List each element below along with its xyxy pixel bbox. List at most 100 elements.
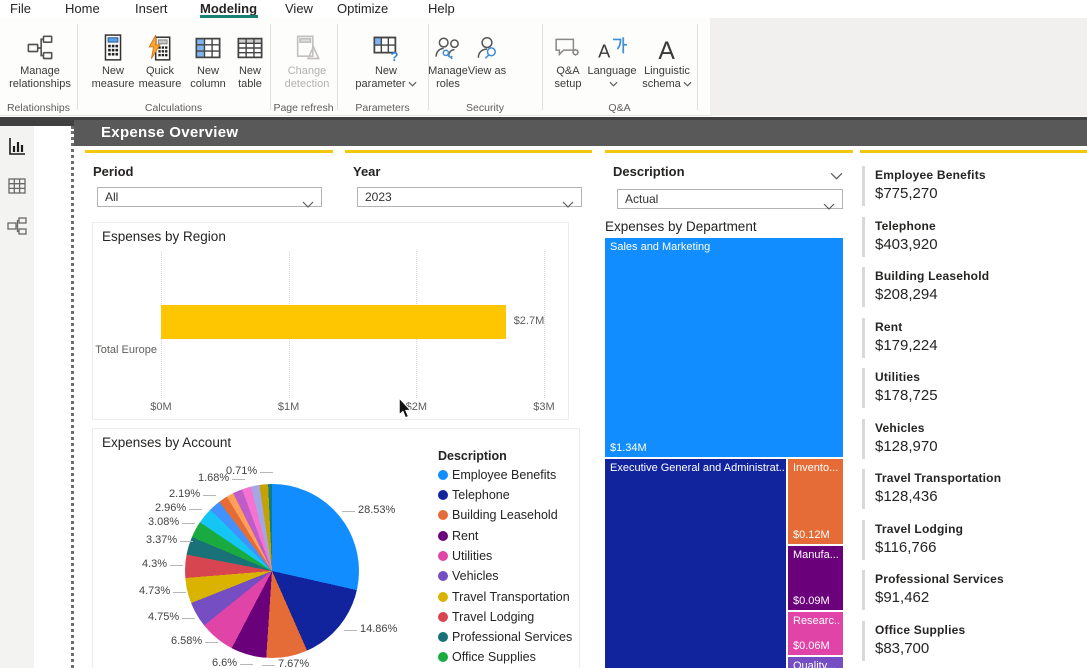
slicer-label: Year: [353, 164, 380, 179]
description-slicer: Description Actual: [605, 150, 853, 208]
tab-optimize[interactable]: Optimize: [337, 1, 388, 16]
description-dropdown[interactable]: Actual: [617, 189, 843, 209]
treemap-tile-quality[interactable]: Quality...: [788, 657, 843, 668]
new-table-button[interactable]: New table: [229, 30, 271, 91]
group-label-relationships: Relationships: [0, 102, 77, 114]
letter-a-icon: A: [634, 30, 700, 62]
legend-item[interactable]: Telephone: [438, 488, 510, 502]
legend-item[interactable]: Utilities: [438, 549, 492, 563]
legend-item[interactable]: Office Supplies: [438, 650, 536, 664]
card-vehicles: Vehicles$128,970: [862, 419, 1077, 459]
linguistic-schema-button[interactable]: A Linguistic schema: [634, 30, 700, 91]
tab-insert[interactable]: Insert: [135, 1, 168, 16]
legend-dot: [438, 632, 448, 642]
year-slicer: Year 2023: [345, 150, 592, 208]
slicer-label: Period: [93, 164, 133, 179]
pie-label: 4.75%: [148, 611, 179, 623]
tab-help[interactable]: Help: [428, 1, 455, 16]
new-parameter-button[interactable]: ? New parameter: [349, 30, 423, 91]
group-label-page-refresh: Page refresh: [270, 102, 337, 114]
chevron-down-icon: [823, 197, 835, 215]
tab-view[interactable]: View: [285, 1, 313, 16]
legend-item[interactable]: Building Leasehold: [438, 508, 558, 522]
pie-label: 28.53%: [358, 504, 395, 516]
legend-dot: [438, 652, 448, 662]
card-utilities: Utilities$178,725: [862, 368, 1077, 408]
pie-label: 6.58%: [171, 635, 202, 647]
pie-label: 7.67%: [278, 658, 309, 668]
x-axis-tick: $3M: [533, 401, 554, 413]
x-axis-tick: $1M: [278, 401, 299, 413]
quick-measure-button[interactable]: Quick measure: [134, 30, 186, 91]
tab-file[interactable]: File: [10, 1, 31, 16]
tab-modeling[interactable]: Modeling: [200, 1, 257, 16]
calculator-icon: [88, 30, 138, 62]
card-employee-benefits: Employee Benefits$775,270: [862, 166, 1077, 206]
legend-dot: [438, 510, 448, 520]
parameter-icon: ?: [349, 30, 423, 62]
legend-dot: [438, 571, 448, 581]
pie-circle[interactable]: [185, 484, 359, 658]
mouse-cursor: [398, 398, 412, 424]
treemap-tile-research[interactable]: Researc... $0.06M: [788, 612, 843, 655]
svg-text:?: ?: [391, 49, 399, 62]
svg-text:A: A: [598, 42, 611, 62]
data-view-icon[interactable]: [7, 176, 27, 196]
treemap-tile-executive[interactable]: Executive General and Administrat...: [605, 459, 786, 668]
view-as-button[interactable]: View as: [467, 30, 507, 78]
card-travel-transportation: Travel Transportation$128,436: [862, 469, 1077, 509]
tab-home[interactable]: Home: [65, 1, 100, 16]
legend-dot: [438, 490, 448, 500]
year-dropdown[interactable]: 2023: [357, 187, 582, 207]
legend-item[interactable]: Vehicles: [438, 569, 499, 583]
manage-relationships-button[interactable]: Manage relationships: [0, 30, 80, 91]
region-bar[interactable]: [161, 305, 506, 339]
legend-dot: [438, 592, 448, 602]
expenses-by-account-chart: Expenses by Account 28.53% 14.86% 7.67% …: [92, 428, 580, 668]
person-magnifier-icon: [467, 30, 507, 62]
card-rent: Rent$179,224: [862, 318, 1077, 358]
report-title-bar: Expense Overview: [74, 120, 1087, 146]
table-column-icon: [183, 30, 233, 62]
pie-label: 2.19%: [169, 488, 200, 500]
bar-plot-area: $2.7M $0M $1M $2M $3M: [161, 251, 544, 413]
period-dropdown[interactable]: All: [97, 187, 322, 207]
legend-item[interactable]: Travel Lodging: [438, 610, 534, 624]
pie-label: 6.6%: [212, 657, 237, 668]
treemap-tile-manufacturing[interactable]: Manufa... $0.09M: [788, 546, 843, 610]
legend-item[interactable]: Rent: [438, 529, 478, 543]
expense-cards-panel: Employee Benefits$775,270 Telephone$403,…: [860, 150, 1087, 668]
chart-title: Expenses by Account: [102, 435, 231, 450]
model-view-icon[interactable]: [7, 216, 27, 236]
group-separator: [542, 24, 543, 110]
pie-label: 0.71%: [226, 465, 257, 477]
legend-dot: [438, 551, 448, 561]
group-label-calculations: Calculations: [77, 102, 270, 114]
pie-label: 4.73%: [139, 585, 170, 597]
card-building-leasehold: Building Leasehold$208,294: [862, 267, 1077, 307]
pie-label: 4.3%: [142, 558, 167, 570]
expenses-by-region-chart: Espenses by Region Total Europe $2.7M $0…: [92, 222, 569, 420]
treemap-tile-sales-marketing[interactable]: Sales and Marketing $1.34M: [605, 238, 843, 457]
canvas-edge-guide: [71, 126, 74, 668]
new-measure-button[interactable]: New measure: [88, 30, 138, 91]
new-column-button[interactable]: New column: [183, 30, 233, 91]
chevron-down-icon: [683, 81, 692, 87]
slicer-header-chevron-icon[interactable]: [830, 167, 843, 185]
x-axis-tick: $0M: [150, 401, 171, 413]
treemap-tile-inventory[interactable]: Invento... $0.12M: [788, 459, 843, 544]
pie-label: 3.08%: [148, 516, 179, 528]
report-view-icon[interactable]: [7, 136, 27, 156]
legend-dot: [438, 470, 448, 480]
legend-item[interactable]: Travel Transportation: [438, 590, 570, 604]
card-professional-services: Professional Services$91,462: [862, 570, 1077, 610]
legend-item[interactable]: Employee Benefits: [438, 468, 556, 482]
table-icon: [229, 30, 271, 62]
ribbon-empty-area: [710, 18, 1087, 116]
ribbon-tabs: File Home Insert Modeling View Optimize …: [0, 0, 1087, 18]
pie-label: 2.96%: [155, 502, 186, 514]
card-travel-lodging: Travel Lodging$116,766: [862, 520, 1077, 560]
pie-label: 3.37%: [146, 534, 177, 546]
legend-item[interactable]: Professional Services: [438, 630, 572, 644]
legend-title: Description: [438, 449, 507, 463]
